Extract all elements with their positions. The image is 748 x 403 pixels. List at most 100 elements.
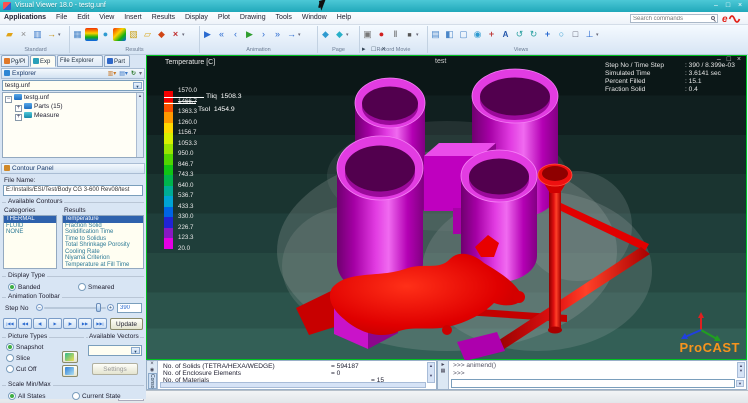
file-path-field[interactable]: E:/Installs/ESI/Test/Body CG 3-600 Rev08… [3, 185, 143, 196]
next-page-icon[interactable] [333, 28, 346, 41]
tab-part[interactable]: Part [104, 55, 130, 67]
console-tab[interactable]: Conso [148, 373, 157, 389]
cutoff-preview-button[interactable] [62, 365, 78, 377]
update-button[interactable]: Update [110, 318, 143, 330]
step-value-input[interactable] [117, 303, 142, 313]
last-step-button[interactable]: ▶▶| [93, 318, 107, 329]
radio-slice[interactable]: Slice [6, 354, 30, 362]
view-mode-icon[interactable]: ▤▾ [119, 70, 128, 77]
radio-banded[interactable]: Banded [8, 283, 40, 291]
python-vscrollbar[interactable]: ▲▼ [737, 362, 745, 378]
axis-icon[interactable] [485, 28, 498, 41]
cut-icon[interactable] [17, 28, 30, 41]
zoom-box-icon[interactable] [569, 28, 582, 41]
slice-preview-button[interactable] [62, 351, 78, 363]
prev-frame-icon[interactable] [229, 28, 242, 41]
menu-plot[interactable]: Plot [214, 12, 234, 21]
rotate-icon[interactable] [513, 28, 526, 41]
console-vscrollbar[interactable]: ▲▼ [427, 362, 435, 383]
pan-icon[interactable] [541, 28, 554, 41]
step-decrement-button[interactable]: − [36, 304, 43, 311]
first-step-button[interactable]: |◀◀ [3, 318, 17, 329]
list-item[interactable]: Temperature at Fill Time [63, 262, 143, 269]
tree-item-measure[interactable]: +Measure [3, 111, 143, 120]
radio-smeared[interactable]: Smeared [78, 283, 114, 291]
run-icon[interactable]: ▸ [438, 361, 448, 368]
model-file-combobox[interactable]: testg.unf ▼ [2, 80, 144, 91]
tree-scrollbar[interactable]: ▲ [136, 93, 143, 157]
annotate-icon[interactable] [499, 28, 512, 41]
menu-insert[interactable]: Insert [120, 12, 146, 21]
first-frame-icon[interactable] [215, 28, 228, 41]
radio-all-states[interactable]: All States [8, 392, 45, 400]
tab-file-explorer[interactable]: File Explorer [57, 55, 103, 67]
menu-results[interactable]: Results [148, 12, 179, 21]
dock-controls[interactable]: ▸ □ × [362, 45, 396, 54]
globe-icon[interactable] [99, 28, 112, 41]
copy-icon[interactable] [31, 28, 44, 41]
python-input-caret-icon[interactable]: ▼ [736, 380, 744, 387]
contour-icon[interactable] [85, 28, 98, 41]
next-step-button[interactable]: |▶ [63, 318, 77, 329]
rewind-button[interactable]: ◀◀ [18, 318, 32, 329]
menu-file[interactable]: File [52, 12, 71, 21]
radio-current-state[interactable]: Current State [72, 392, 121, 400]
probe-icon[interactable] [155, 28, 168, 41]
group-overflow-caret[interactable]: ▾ [58, 32, 63, 38]
close-button[interactable]: × [734, 1, 746, 10]
next-frame-icon[interactable] [257, 28, 270, 41]
group-overflow-caret[interactable]: ▾ [596, 32, 601, 38]
camera-icon[interactable] [361, 28, 374, 41]
search-input[interactable] [633, 15, 707, 22]
prev-step-button[interactable]: ◀| [33, 318, 47, 329]
delete-icon[interactable] [169, 28, 182, 41]
menu-tools[interactable]: Tools [272, 12, 296, 21]
shaded-view-icon[interactable] [443, 28, 456, 41]
sort-icon[interactable]: ▥▾ [108, 70, 117, 77]
stop-icon[interactable] [403, 28, 416, 41]
last-frame-icon[interactable] [271, 28, 284, 41]
group-overflow-caret[interactable]: ▾ [182, 32, 187, 38]
maximize-button[interactable]: □ [722, 1, 734, 10]
radio-snapshot[interactable]: Snapshot [6, 343, 43, 351]
step-increment-button[interactable]: + [107, 304, 114, 311]
open-case-icon[interactable] [141, 28, 154, 41]
group-overflow-caret[interactable]: ▾ [298, 32, 303, 38]
settings-button[interactable]: Settings [92, 363, 138, 375]
spin-icon[interactable] [527, 28, 540, 41]
radio-cutoff[interactable]: Cut Off [6, 365, 36, 373]
animate-icon[interactable] [201, 28, 214, 41]
step-slider-thumb[interactable] [96, 303, 101, 312]
anchor-icon[interactable] [583, 28, 596, 41]
fit-icon[interactable] [555, 28, 568, 41]
load-results-icon[interactable] [71, 28, 84, 41]
viewport-3d[interactable]: Temperature [C] 1570.0 1466.7 1363.3 126… [146, 55, 747, 360]
menu-view[interactable]: View [95, 12, 118, 21]
tree-item-parts[interactable]: +Parts (15) [3, 102, 143, 111]
expand-icon[interactable]: + [15, 114, 22, 121]
menu-drawing[interactable]: Drawing [236, 12, 270, 21]
group-overflow-caret[interactable]: ▾ [346, 32, 351, 38]
collapse-icon[interactable]: − [5, 96, 12, 103]
materials-icon[interactable] [127, 28, 140, 41]
menu-edit[interactable]: Edit [73, 12, 93, 21]
expand-icon[interactable]: + [15, 105, 22, 112]
open-folder-icon[interactable] [3, 28, 16, 41]
fast-forward-button[interactable]: ▶▶ [78, 318, 92, 329]
play-icon[interactable] [243, 28, 256, 41]
tab-exp[interactable]: Exp [30, 55, 56, 67]
grid-icon[interactable]: ▦ [438, 368, 448, 374]
chevron-down-icon[interactable]: ▼ [133, 82, 142, 89]
tree-item-root[interactable]: −testg.unf [3, 93, 143, 102]
pause-icon[interactable] [389, 28, 402, 41]
menu-display[interactable]: Display [181, 12, 212, 21]
refresh-icon[interactable]: ↻ [131, 70, 136, 77]
tab-pg-pl[interactable]: Pg/Pl [1, 55, 29, 67]
play-button[interactable]: ▶ [48, 318, 62, 329]
wireframe-view-icon[interactable] [457, 28, 470, 41]
vectors-combobox[interactable]: ▼ [88, 345, 142, 356]
group-overflow-caret[interactable]: ▾ [416, 32, 421, 38]
record-icon[interactable] [375, 28, 388, 41]
list-item[interactable]: NONE [4, 229, 56, 236]
export-animation-icon[interactable] [285, 28, 298, 41]
